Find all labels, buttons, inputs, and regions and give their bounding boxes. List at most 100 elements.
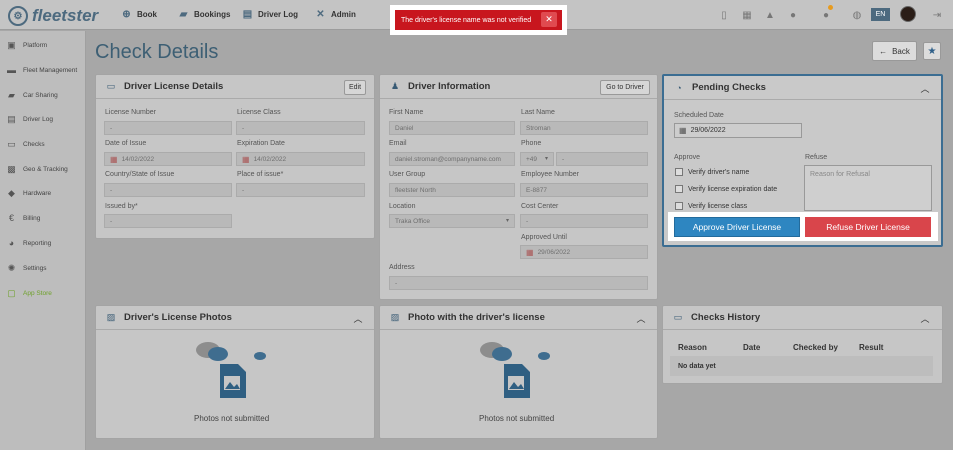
last-name-value: Stroman: [526, 124, 551, 132]
calendar-icon: ▦: [526, 247, 534, 257]
document-icon[interactable]: ▯: [718, 9, 730, 21]
arrow-left-icon: ←: [879, 46, 888, 56]
phone-value: -: [562, 155, 565, 163]
table-empty-row: No data yet: [670, 356, 933, 376]
platform-icon: ▣: [7, 39, 16, 50]
license-number-label: License Number: [105, 109, 156, 116]
sidebar-item-label: App Store: [23, 289, 52, 297]
refusal-reason-textarea[interactable]: Reason for Refusal: [804, 165, 932, 211]
expiration-date-field[interactable]: ▦ 14/02/2022: [236, 152, 365, 166]
back-button-label: Back: [892, 46, 910, 56]
location-select[interactable]: Traka Office ▾: [389, 214, 515, 228]
hardware-icon: ◆: [8, 187, 15, 198]
notifications-icon[interactable]: ●: [820, 9, 832, 21]
date-of-issue-field[interactable]: ▦ 14/02/2022: [104, 152, 232, 166]
license-class-field[interactable]: -: [236, 121, 365, 135]
checkbox[interactable]: [675, 202, 683, 210]
sidebar-item-geo-tracking[interactable]: ▩ Geo & Tracking: [6, 162, 68, 176]
chevron-up-icon[interactable]: ︿: [635, 312, 647, 324]
user-avatar[interactable]: [900, 6, 916, 22]
license-class-value: -: [242, 124, 245, 132]
calendar-icon[interactable]: ▦: [741, 9, 753, 21]
nav-driver-log[interactable]: ▤ Driver Log: [242, 9, 298, 20]
back-button[interactable]: ← Back: [872, 41, 917, 61]
address-field[interactable]: -: [389, 276, 648, 290]
location-value: Traka Office: [395, 217, 431, 225]
refuse-driver-license-button[interactable]: Refuse Driver License: [805, 217, 931, 237]
info-icon[interactable]: ●: [787, 9, 799, 21]
nav-driver-log-label: Driver Log: [258, 10, 299, 19]
scheduled-date-field[interactable]: ▦ 29/06/2022: [674, 123, 802, 138]
go-to-driver-button[interactable]: Go to Driver: [600, 80, 650, 95]
sidebar-item-label: Fleet Management: [23, 66, 78, 74]
sidebar-item-label: Checks: [23, 140, 45, 148]
error-toast: The driver's license name was not verifi…: [395, 10, 562, 30]
toast-message: The driver's license name was not verifi…: [401, 16, 532, 24]
sidebar-item-driver-log[interactable]: ▤ Driver Log: [6, 112, 53, 126]
sidebar-item-platform[interactable]: ▣ Platform: [6, 38, 47, 52]
logout-icon[interactable]: ⇥: [931, 9, 943, 21]
sidebar-item-hardware[interactable]: ◆ Hardware: [6, 186, 51, 200]
sidebar-item-app-store[interactable]: ▢ App Store: [6, 286, 52, 300]
employee-number-value: E-8877: [526, 186, 547, 194]
nav-book-label: Book: [137, 10, 157, 19]
photo-placeholder-icon: [196, 342, 266, 398]
approved-until-value: 29/06/2022: [537, 248, 571, 256]
check-verify-expiration[interactable]: Verify license expiration date: [675, 185, 777, 193]
sidebar-item-label: Billing: [23, 214, 41, 222]
cost-center-field[interactable]: -: [520, 214, 648, 228]
check-label: Verify driver's name: [688, 168, 750, 176]
image-icon: ▨: [390, 312, 400, 322]
fleetster-logo[interactable]: ⚙ fleetster: [8, 6, 98, 26]
address-value: -: [395, 279, 398, 287]
language-selector[interactable]: EN: [871, 8, 890, 21]
last-name-field[interactable]: Stroman: [520, 121, 648, 135]
user-icon: ♟: [390, 81, 400, 91]
euro-icon: €: [8, 213, 14, 223]
check-verify-class[interactable]: Verify license class: [675, 202, 747, 210]
chevron-up-icon[interactable]: ︿: [352, 312, 364, 324]
sidebar-item-checks[interactable]: ▭ Checks: [6, 137, 45, 151]
user-group-field[interactable]: fleetster North: [389, 183, 515, 197]
approve-driver-license-button[interactable]: Approve Driver License: [674, 217, 800, 237]
checkbox[interactable]: [675, 168, 683, 176]
issued-by-field[interactable]: -: [104, 214, 232, 228]
phone-field[interactable]: -: [556, 152, 648, 166]
employee-number-field[interactable]: E-8877: [520, 183, 648, 197]
nav-admin[interactable]: ✕ Admin: [315, 9, 356, 20]
sidebar-item-car-sharing[interactable]: ▰ Car Sharing: [6, 88, 58, 102]
sidebar-item-reporting[interactable]: ◕ Reporting: [6, 236, 51, 250]
book-icon: ▤: [242, 9, 253, 20]
first-name-field[interactable]: Daniel: [389, 121, 515, 135]
calendar-icon: ▦: [110, 154, 118, 164]
chevron-up-icon[interactable]: ︿: [919, 82, 931, 94]
sidebar-item-settings[interactable]: ✺ Settings: [6, 261, 47, 275]
approved-until-field[interactable]: ▦ 29/06/2022: [520, 245, 648, 259]
approve-section-label: Approve: [674, 154, 701, 161]
sidebar-item-label: Driver Log: [23, 115, 53, 123]
first-name-value: Daniel: [395, 124, 414, 132]
expiration-date-value: 14/02/2022: [253, 155, 287, 163]
id-card-icon: ▭: [106, 81, 116, 91]
toast-close-button[interactable]: ✕: [541, 12, 557, 27]
phone-prefix-select[interactable]: +49 ▾: [520, 152, 554, 166]
panel-title: Driver Information: [408, 81, 491, 92]
sidebar-item-fleet-management[interactable]: ▬ Fleet Management: [6, 63, 77, 77]
checkbox[interactable]: [675, 185, 683, 193]
globe-icon[interactable]: ◍: [851, 9, 863, 21]
chevron-up-icon[interactable]: ︿: [919, 312, 931, 324]
check-verify-name[interactable]: Verify driver's name: [675, 168, 749, 176]
logo-mark-icon: ⚙: [8, 6, 28, 26]
nav-bookings[interactable]: ▰ Bookings: [178, 9, 231, 20]
panel-header: ▨ Photo with the driver's license: [380, 306, 657, 330]
favorite-star-button[interactable]: ★: [923, 42, 941, 60]
warning-icon[interactable]: ▲: [764, 9, 776, 21]
email-field[interactable]: daniel.stroman@companyname.com: [389, 152, 515, 166]
sidebar-item-billing[interactable]: € Billing: [6, 211, 40, 225]
panel-title: Driver's License Photos: [124, 312, 232, 323]
nav-book[interactable]: ⊕ Book: [121, 9, 157, 20]
country-field[interactable]: -: [104, 183, 232, 197]
edit-button[interactable]: Edit: [344, 80, 366, 95]
place-of-issue-field[interactable]: -: [236, 183, 365, 197]
license-number-field[interactable]: -: [104, 121, 232, 135]
